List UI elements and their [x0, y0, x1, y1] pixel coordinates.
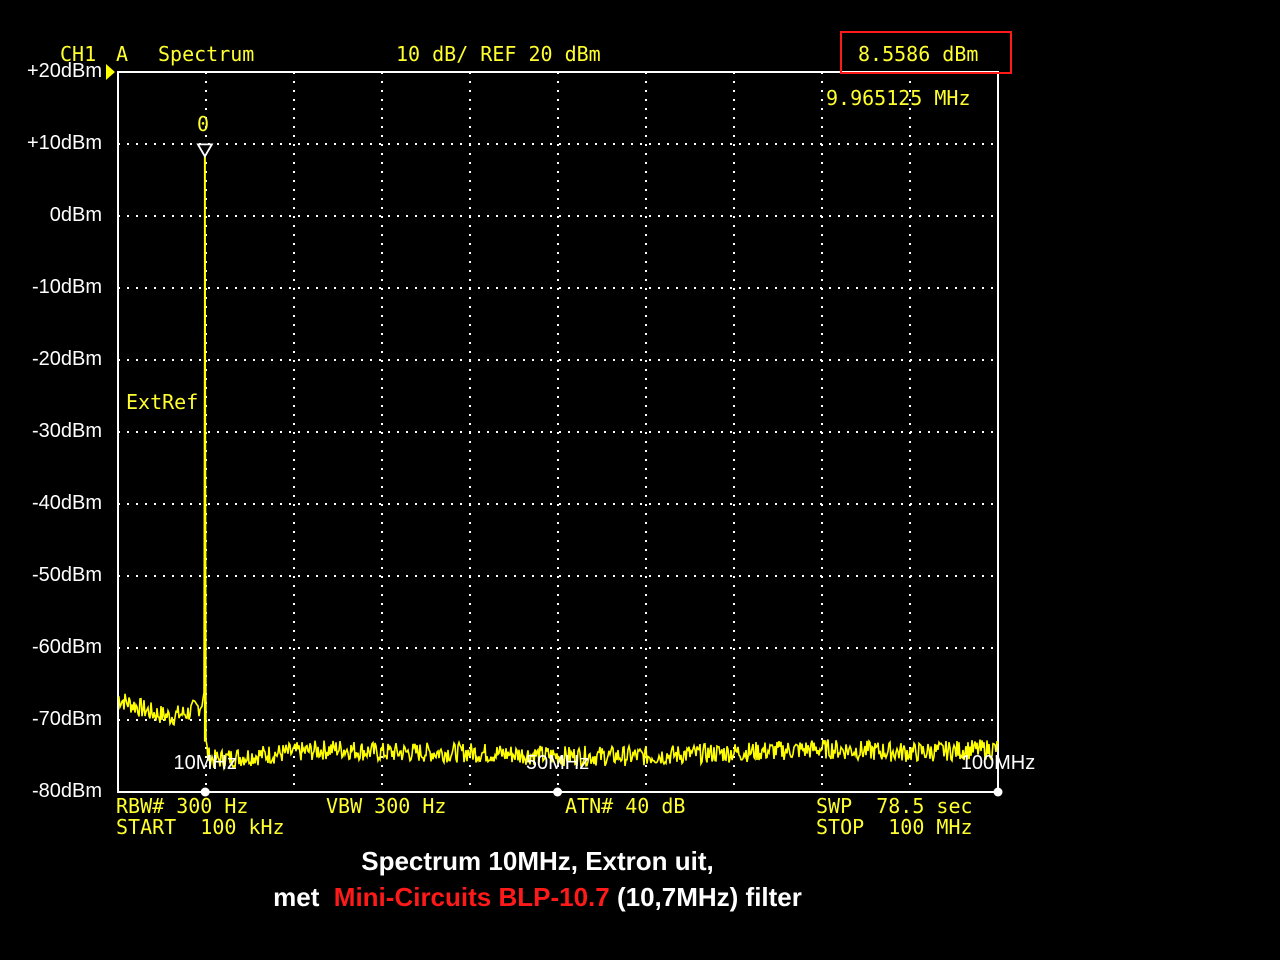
mode-label: Spectrum	[158, 42, 255, 66]
y-tick-label: -30dBm	[31, 420, 102, 442]
caption-prefix: met	[273, 882, 334, 912]
y-tick-label: -20dBm	[31, 348, 102, 370]
marker-triangle	[196, 143, 214, 159]
y-tick-label: +20dBm	[26, 60, 102, 82]
x-tick-label: 100MHz	[960, 752, 1036, 774]
y-tick-label: -10dBm	[31, 276, 102, 298]
trace-line	[117, 233, 999, 772]
graticule	[117, 71, 999, 793]
reference-level-arrow	[106, 64, 115, 80]
x-tick-dot-100MHz	[993, 787, 1003, 797]
y-tick-label: -50dBm	[31, 564, 102, 586]
caption-filter-name: Mini-Circuits BLP-10.7	[333, 882, 610, 912]
start-readout: START 100 kHz	[116, 815, 285, 839]
y-tick-label: +10dBm	[26, 132, 102, 154]
caption-suffix: (10,7MHz) filter	[609, 882, 802, 912]
trace-label: A	[116, 42, 129, 66]
x-tick-label: 50MHz	[525, 752, 590, 774]
x-tick-dot-50MHz	[553, 787, 563, 797]
y-tick-label: -40dBm	[31, 492, 102, 514]
y-tick-label: -60dBm	[31, 636, 102, 658]
stop-readout: STOP 100 MHz	[816, 815, 973, 839]
y-tick-label: 0dBm	[49, 204, 102, 226]
caption-line-1: Spectrum 10MHz, Extron uit,	[361, 846, 714, 876]
vbw-readout: VBW 300 Hz	[326, 794, 447, 818]
y-tick-label: -70dBm	[31, 708, 102, 730]
atn-readout: ATN# 40 dB	[565, 794, 686, 818]
marker-number: 0	[197, 112, 210, 136]
marker-level-readout: 8.5586 dBm	[858, 42, 979, 66]
caption-line-2: met Mini-Circuits BLP-10.7 (10,7MHz) fil…	[0, 881, 1075, 913]
plot-marks	[106, 64, 1003, 797]
marker-frequency-readout: 9.965125 MHz	[826, 86, 971, 110]
scale-label: 10 dB/ REF 20 dBm	[396, 42, 601, 66]
y-tick-label: -80dBm	[31, 780, 102, 802]
ext-ref-indicator: ExtRef	[126, 390, 199, 414]
sweep-readout: SWP 78.5 sec	[816, 794, 973, 818]
rbw-readout: RBW# 300 Hz	[116, 794, 249, 818]
x-tick-label: 10MHz	[173, 752, 237, 774]
